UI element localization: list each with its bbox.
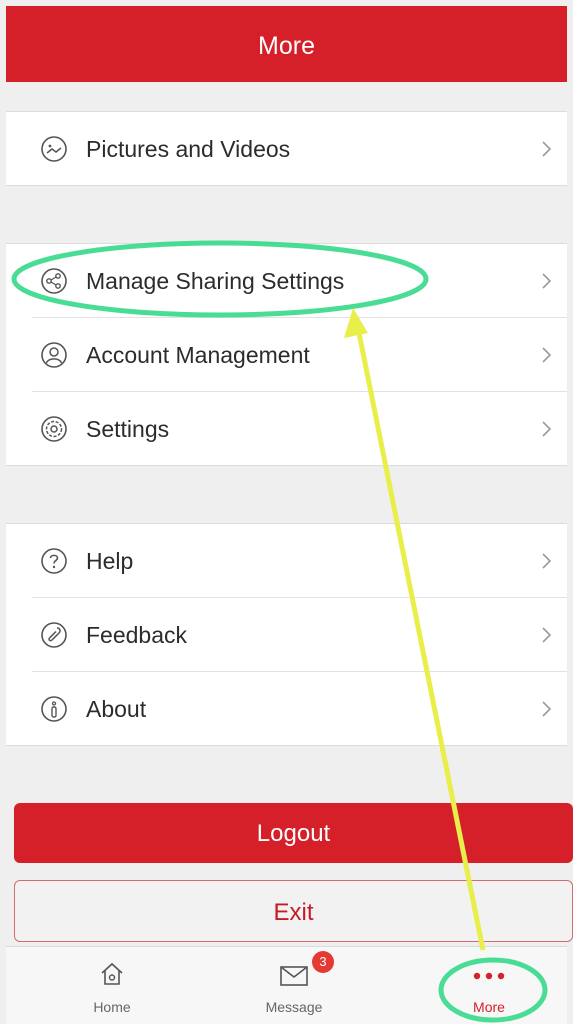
menu-item-label: Settings [86,416,170,442]
menu-item-feedback[interactable]: Feedback [32,597,567,671]
menu-item-label: Pictures and Videos [86,136,291,162]
unread-count-badge: 3 [312,951,334,973]
account-icon [41,342,67,368]
tab-more[interactable]: More [419,947,559,1024]
tab-label: Home [93,999,131,1015]
menu-item-help[interactable]: Help [6,524,567,597]
chevron-right-icon [542,701,552,717]
message-icon [280,966,308,986]
settings-icon [41,416,67,442]
bottom-tab-bar: Home 3 Message More [6,946,567,1024]
share-icon [41,268,67,294]
menu-item-pictures-videos[interactable]: Pictures and Videos [6,112,567,185]
menu-item-about[interactable]: About [32,671,567,745]
top-bar: More [6,6,567,82]
menu-group-media: Pictures and Videos [6,111,567,186]
menu-item-label: Feedback [86,622,188,648]
tab-message[interactable]: 3 Message [224,947,364,1024]
help-icon [41,548,67,574]
exit-button[interactable]: Exit [14,880,573,942]
menu-item-account-management[interactable]: Account Management [32,317,567,391]
menu-item-label: About [86,696,147,722]
menu-group-account: Manage Sharing Settings Account Manageme… [6,243,567,466]
feedback-icon [41,622,67,648]
chevron-right-icon [542,141,552,157]
menu-item-label: Manage Sharing Settings [86,268,345,294]
page-title: More [258,32,315,60]
chevron-right-icon [542,347,552,363]
home-icon [101,962,123,985]
menu-item-label: Help [86,548,134,574]
chevron-right-icon [542,273,552,289]
menu-item-settings[interactable]: Settings [32,391,567,465]
about-icon [41,696,67,722]
more-icon [473,972,505,980]
chevron-right-icon [542,421,552,437]
menu-item-label: Account Management [86,342,310,368]
pictures-icon [41,136,67,162]
tab-home[interactable]: Home [42,947,182,1024]
chevron-right-icon [542,553,552,569]
logout-button[interactable]: Logout [14,803,573,863]
tab-label: More [473,999,505,1015]
chevron-right-icon [542,627,552,643]
menu-group-support: Help Feedback About [6,523,567,746]
tab-label: Message [265,999,323,1015]
menu-item-manage-sharing[interactable]: Manage Sharing Settings [6,244,567,317]
